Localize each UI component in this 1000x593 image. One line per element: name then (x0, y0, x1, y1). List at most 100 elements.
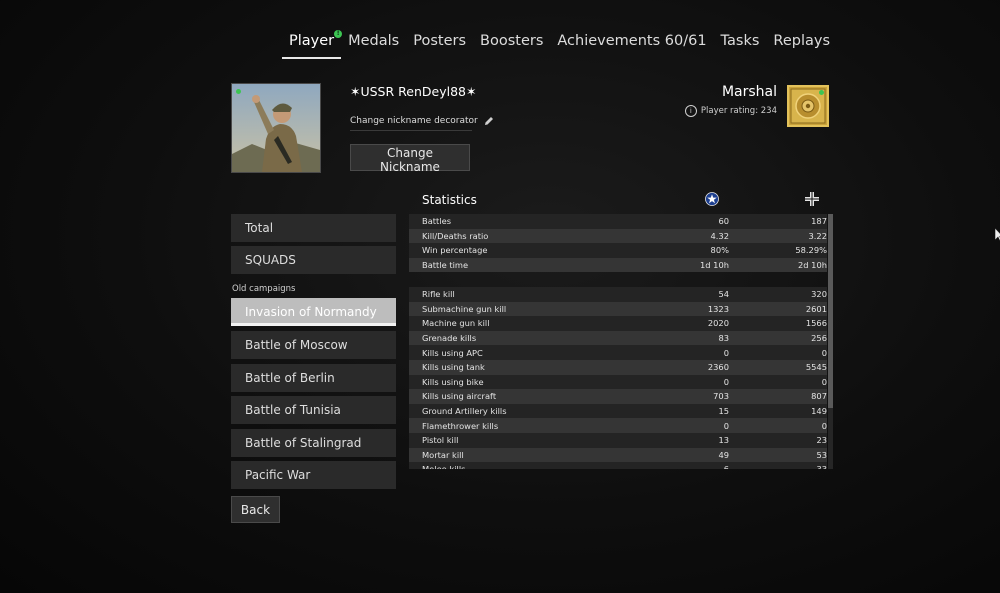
table-row: Kill/Deaths ratio 4.32 3.22 (409, 228, 827, 244)
new-rank-dot (819, 90, 824, 95)
online-status-dot (236, 89, 241, 94)
table-row: Kills using bike 0 0 (409, 374, 827, 390)
player-rating-label: Player rating: 234 (700, 106, 777, 116)
stat-axis-value: 5545 (805, 362, 827, 373)
stat-label: Submachine gun kill (422, 303, 507, 314)
stat-allies-value: 80% (710, 245, 729, 256)
player-nickname: ✶USSR RenDeyl88✶ (350, 84, 477, 99)
table-row: Grenade kills 83 256 (409, 330, 827, 346)
table-row: Rifle kill 54 320 (409, 286, 827, 302)
stat-axis-value: 58.29% (795, 245, 827, 256)
stat-allies-value: 2020 (707, 318, 729, 329)
avatar-portrait-image (232, 84, 320, 172)
stats-scrollbar[interactable] (828, 214, 833, 469)
stat-axis-value: 1566 (805, 318, 827, 329)
stat-axis-value: 33 (729, 464, 827, 469)
table-row: Melee kills633 (409, 462, 827, 469)
tab-player-label: Player (289, 33, 335, 49)
pencil-icon[interactable] (484, 116, 494, 126)
stat-axis-value: 53 (816, 449, 827, 460)
stat-axis-value: 23 (816, 435, 827, 446)
table-row: Kills using APC 0 0 (409, 345, 827, 360)
table-row: Mortar kill 49 53 (409, 447, 827, 463)
stat-label: Battle time (422, 260, 469, 271)
stat-allies-value: 0 (723, 420, 729, 431)
menu-squads[interactable]: SQUADS (231, 246, 396, 274)
stat-allies-value: 60 (718, 216, 729, 227)
stat-axis-value: 0 (821, 347, 827, 358)
stat-allies-value: 54 (718, 289, 729, 300)
table-row: Submachine gun kill 1323 2601 (409, 301, 827, 317)
table-row: Machine gun kill 2020 1566 (409, 316, 827, 331)
stat-allies-value: 15 (718, 406, 729, 417)
stat-label: Grenade kills (422, 333, 477, 344)
player-rating: i Player rating: 234 (684, 105, 777, 117)
table-row: Ground Artillery kills 15 149 (409, 403, 827, 419)
stat-label: Machine gun kill (422, 318, 490, 329)
mouse-cursor-icon (995, 228, 1000, 242)
top-tabs: Player ! Medals Posters Boosters Achieve… (282, 30, 837, 59)
table-row: Win percentage 80% 58.29% (409, 243, 827, 258)
campaign-battle-of-stalingrad[interactable]: Battle of Stalingrad (231, 429, 396, 457)
tab-medals[interactable]: Medals (341, 30, 406, 56)
table-row: Battles 60 187 (409, 214, 827, 229)
tab-player[interactable]: Player ! (282, 30, 343, 59)
table-row: Kills using aircraft 703 807 (409, 389, 827, 404)
stats-scroll-thumb[interactable] (828, 214, 833, 408)
stat-label: Flamethrower kills (422, 420, 499, 431)
campaign-pacific-war[interactable]: Pacific War (231, 461, 396, 489)
tab-boosters[interactable]: Boosters (473, 30, 550, 56)
statistics-table[interactable]: Battles 60 187 Kill/Deaths ratio 4.32 3.22 Win… (409, 214, 827, 469)
stat-allies-value: 2360 (707, 362, 729, 373)
campaign-battle-of-moscow[interactable]: Battle of Moscow (231, 331, 396, 359)
stat-allies-value: 4.32 (710, 230, 729, 241)
stat-allies-value: 13 (718, 435, 729, 446)
tab-posters[interactable]: Posters (406, 30, 473, 56)
stat-label: Rifle kill (422, 289, 455, 300)
campaign-battle-of-berlin[interactable]: Battle of Berlin (231, 364, 396, 392)
stat-allies-value: 0 (723, 347, 729, 358)
stat-label: Win percentage (422, 245, 488, 256)
table-row: Pistol kill 13 23 (409, 432, 827, 448)
back-button[interactable]: Back (231, 496, 280, 523)
stat-axis-value: 0 (821, 420, 827, 431)
stat-label: Ground Artillery kills (422, 406, 507, 417)
stat-label: Kills using aircraft (422, 391, 497, 402)
stat-axis-value: 187 (811, 216, 827, 227)
campaign-invasion-of-normandy[interactable]: Invasion of Normandy (231, 298, 396, 326)
stat-axis-value: 149 (811, 406, 827, 417)
table-spacer (409, 272, 827, 287)
stat-label: Mortar kill (422, 449, 464, 460)
rank-emblem[interactable] (787, 85, 829, 127)
old-campaigns-label: Old campaigns (232, 284, 296, 294)
table-row: Battle time 1d 10h 2d 10h (409, 257, 827, 273)
table-row: Kills using tank 2360 5545 (409, 359, 827, 375)
tab-achievements[interactable]: Achievements 60/61 (550, 30, 713, 56)
info-icon[interactable]: i (684, 105, 697, 117)
change-decorator-link[interactable]: Change nickname decorator (350, 116, 494, 126)
axis-cross-icon (805, 192, 819, 206)
stat-allies-value: 703 (713, 391, 729, 402)
rank-title: Marshal (721, 84, 777, 100)
stat-label: Battles (422, 216, 452, 227)
stat-label: Kills using tank (422, 362, 485, 373)
campaign-battle-of-tunisia[interactable]: Battle of Tunisia (231, 396, 396, 424)
allies-star-icon (705, 192, 719, 206)
stat-axis-value: 0 (821, 376, 827, 387)
change-nickname-button[interactable]: Change Nickname (350, 144, 470, 174)
decorator-underline (350, 130, 472, 131)
stat-label: Melee kills (409, 464, 612, 469)
stat-allies-value: 0 (723, 376, 729, 387)
stat-label: Pistol kill (422, 435, 459, 446)
stat-allies-value: 1323 (707, 303, 729, 314)
stat-allies-value: 49 (718, 449, 729, 460)
player-avatar[interactable] (231, 83, 321, 173)
stat-axis-value: 3.22 (808, 230, 827, 241)
stat-label: Kills using bike (422, 376, 484, 387)
change-decorator-label: Change nickname decorator (350, 116, 478, 126)
table-row: Flamethrower kills 0 0 (409, 418, 827, 433)
tab-replays[interactable]: Replays (766, 30, 837, 56)
menu-total[interactable]: Total (231, 214, 396, 242)
tab-tasks[interactable]: Tasks (714, 30, 767, 56)
stat-axis-value: 807 (811, 391, 827, 402)
